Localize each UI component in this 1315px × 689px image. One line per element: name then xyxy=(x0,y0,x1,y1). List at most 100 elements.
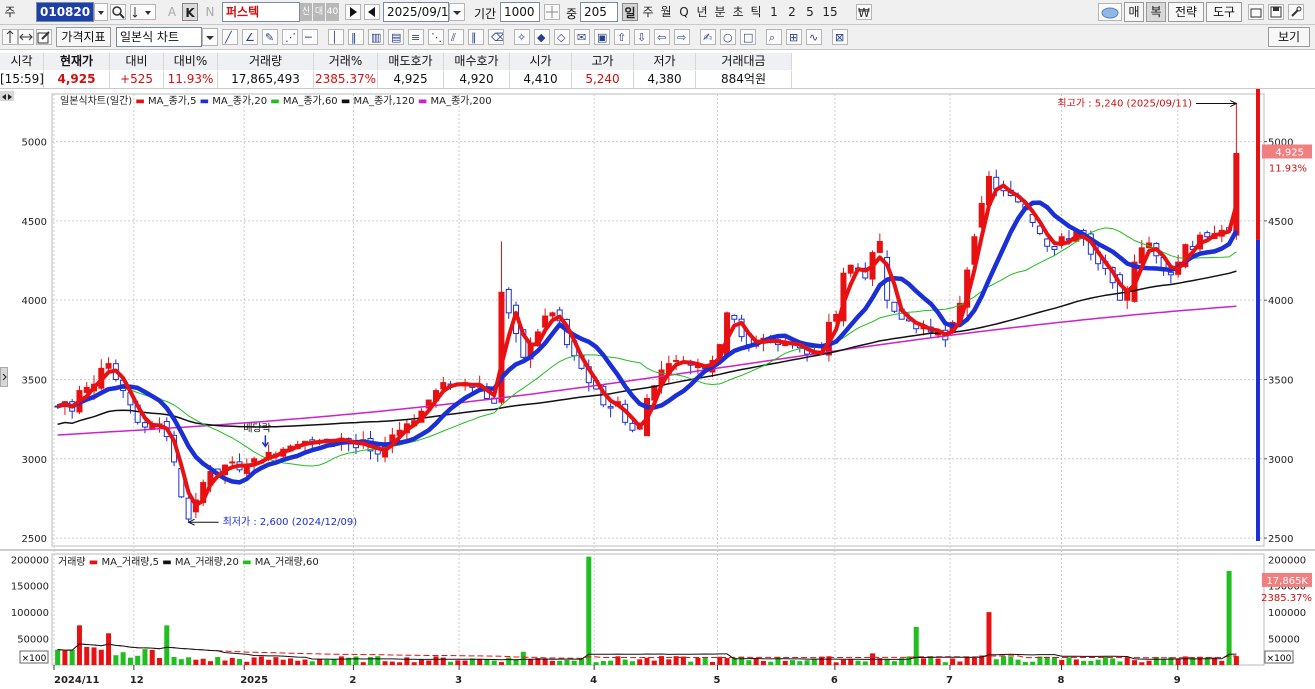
grid-tool-icon[interactable]: ▥ xyxy=(368,29,384,45)
cycle-tool-icon[interactable]: ‖ xyxy=(348,29,364,45)
andrews-tool-icon[interactable]: ⋱ xyxy=(428,29,444,45)
sell-button[interactable]: 매 xyxy=(1124,2,1144,22)
fibo-tool-icon[interactable]: ≡ xyxy=(408,29,424,45)
arrow-up-down-icon[interactable] xyxy=(2,29,18,45)
date-field[interactable]: 2025/09/11 xyxy=(383,2,456,22)
chart-type-select[interactable]: 일본식 차트 xyxy=(116,27,202,47)
fan-tool-icon[interactable]: ⋰ xyxy=(282,29,298,45)
quote-value-1: 4,925 xyxy=(44,71,110,88)
volume-bar-108 xyxy=(840,659,846,665)
chart-type-dropdown-icon[interactable] xyxy=(202,28,218,46)
wave-tool-icon[interactable]: ∿ xyxy=(806,29,822,45)
sort-dropdown-icon[interactable] xyxy=(130,4,156,20)
interval-tab-7[interactable]: 틱 xyxy=(748,3,764,21)
volume-bar-60 xyxy=(491,660,497,665)
strategy-button[interactable]: 전략 xyxy=(1168,2,1204,22)
eraser-tool-icon[interactable]: ⌫ xyxy=(488,29,504,45)
line-tool-icon[interactable]: ╱ xyxy=(222,29,238,45)
side-panel-toggle-icon[interactable] xyxy=(0,367,8,387)
count-input[interactable]: 205 xyxy=(580,2,618,22)
price-label-left-4: 3000 xyxy=(22,455,47,466)
cloud-icon[interactable] xyxy=(1098,3,1122,21)
current-price-label: 4,925 xyxy=(1275,147,1304,158)
magic-tool-icon[interactable]: ✧ xyxy=(514,29,530,45)
delete-tool-icon[interactable]: ▣ xyxy=(594,29,610,45)
interval-tab-2[interactable]: 월 xyxy=(658,3,674,21)
interval-tab-9[interactable]: 2 xyxy=(784,3,800,21)
edit-icon[interactable] xyxy=(36,29,52,45)
arrow-right-tool-icon[interactable]: ⇨ xyxy=(674,29,690,45)
table-tool-icon[interactable]: ▤ xyxy=(388,29,404,45)
n-toggle[interactable]: N xyxy=(202,3,218,21)
period-input[interactable]: 1000 xyxy=(500,2,540,22)
volume-bar-111 xyxy=(862,661,868,665)
price-indicator-button[interactable]: 가격지표 xyxy=(56,27,111,47)
channel-tool-icon[interactable]: ⫽ xyxy=(448,29,464,45)
note-tool-icon[interactable]: ✉ xyxy=(574,29,590,45)
search-icon[interactable] xyxy=(110,4,126,20)
close-tool-icon[interactable]: ⊠ xyxy=(832,29,848,45)
rect-tool-icon[interactable]: □ xyxy=(740,29,756,45)
parallel-tool-icon[interactable]: ∥ xyxy=(468,29,484,45)
volume-bar-79 xyxy=(629,661,635,665)
volume-bar-143 xyxy=(1095,659,1101,665)
volume-bar-162 xyxy=(1233,656,1239,665)
scroll-left-right-icon[interactable] xyxy=(0,91,14,101)
candle-body-93 xyxy=(731,314,738,320)
svg-text:◇: ◇ xyxy=(557,31,566,44)
circle-tool-icon[interactable]: ○ xyxy=(720,29,736,45)
svg-text:∠: ∠ xyxy=(245,31,255,44)
candlestick-chart[interactable]: 5000 50004500 45004000 40003500 35003000 3000… xyxy=(0,89,1315,686)
view-button[interactable]: 보기 xyxy=(1268,27,1310,47)
volume-bar-38 xyxy=(331,659,337,665)
arrow-down-tool-icon[interactable]: ⇩ xyxy=(634,29,650,45)
settings-icon[interactable] xyxy=(1288,4,1304,20)
k-toggle[interactable]: K xyxy=(182,3,198,21)
volume-legend-items: ▬ MA_거래량,5 ▬ MA_거래량,20 ▬ MA_거래량,60 xyxy=(89,557,319,568)
svg-text:⌕: ⌕ xyxy=(769,31,775,44)
vline-tool-icon[interactable]: │ xyxy=(328,29,344,45)
save-icon[interactable] xyxy=(1268,4,1284,20)
memo-tool-icon[interactable]: ✍ xyxy=(700,29,716,45)
a-toggle[interactable]: A xyxy=(164,3,180,21)
tools-button[interactable]: 도구 xyxy=(1206,2,1242,22)
svg-text:⫽: ⫽ xyxy=(450,31,456,44)
prev-arrow-icon[interactable] xyxy=(364,4,380,20)
stock-code-input[interactable]: 010820 xyxy=(36,2,94,22)
style-tool-icon[interactable]: ◇ xyxy=(554,29,570,45)
interval-tab-8[interactable]: 1 xyxy=(766,3,782,21)
zoom-tool-icon[interactable]: ⌕ xyxy=(766,29,782,45)
volume-bar-17 xyxy=(178,659,184,665)
hline-tool-icon[interactable]: ─ xyxy=(302,29,318,45)
angle-tool-icon[interactable]: ∠ xyxy=(242,29,258,45)
interval-tab-5[interactable]: 분 xyxy=(712,3,728,21)
interval-tab-10[interactable]: 5 xyxy=(802,3,818,21)
interval-tab-3[interactable]: Q xyxy=(676,3,692,21)
pencil-tool-icon[interactable]: ✎ xyxy=(262,29,278,45)
color-tool-icon[interactable]: ◆ xyxy=(534,29,550,45)
volume-bar-126 xyxy=(971,657,977,665)
time-label-0: 2024/11 xyxy=(54,675,99,686)
interval-tab-4[interactable]: 년 xyxy=(694,3,710,21)
interval-tab-11[interactable]: 15 xyxy=(820,3,840,21)
magnet-tool-icon[interactable]: ⊞ xyxy=(786,29,802,45)
volume-bar-50 xyxy=(418,659,424,665)
date-dropdown-icon[interactable] xyxy=(449,3,465,21)
won-icon[interactable]: ₩ xyxy=(856,4,872,20)
volume-bar-131 xyxy=(1008,656,1014,665)
interval-tab-0[interactable]: 일 xyxy=(622,3,638,21)
interval-tab-1[interactable]: 주 xyxy=(640,3,656,21)
arrow-up-tool-icon[interactable]: ⇧ xyxy=(614,29,630,45)
next-arrow-icon[interactable] xyxy=(345,4,361,20)
stock-name-field[interactable]: 퍼스텍 xyxy=(222,2,300,22)
expand-icon[interactable] xyxy=(18,29,34,45)
interval-tab-6[interactable]: 초 xyxy=(730,3,746,21)
code-dropdown-icon[interactable] xyxy=(94,3,108,21)
svg-text:✎: ✎ xyxy=(265,31,274,44)
candle-body-76 xyxy=(607,406,614,409)
arrow-left-tool-icon[interactable]: ⇦ xyxy=(654,29,670,45)
volume-bar-41 xyxy=(353,656,359,665)
open-icon[interactable] xyxy=(1248,4,1264,20)
multi-button[interactable]: 복 xyxy=(1146,2,1166,22)
crosshair-icon[interactable] xyxy=(544,4,560,20)
